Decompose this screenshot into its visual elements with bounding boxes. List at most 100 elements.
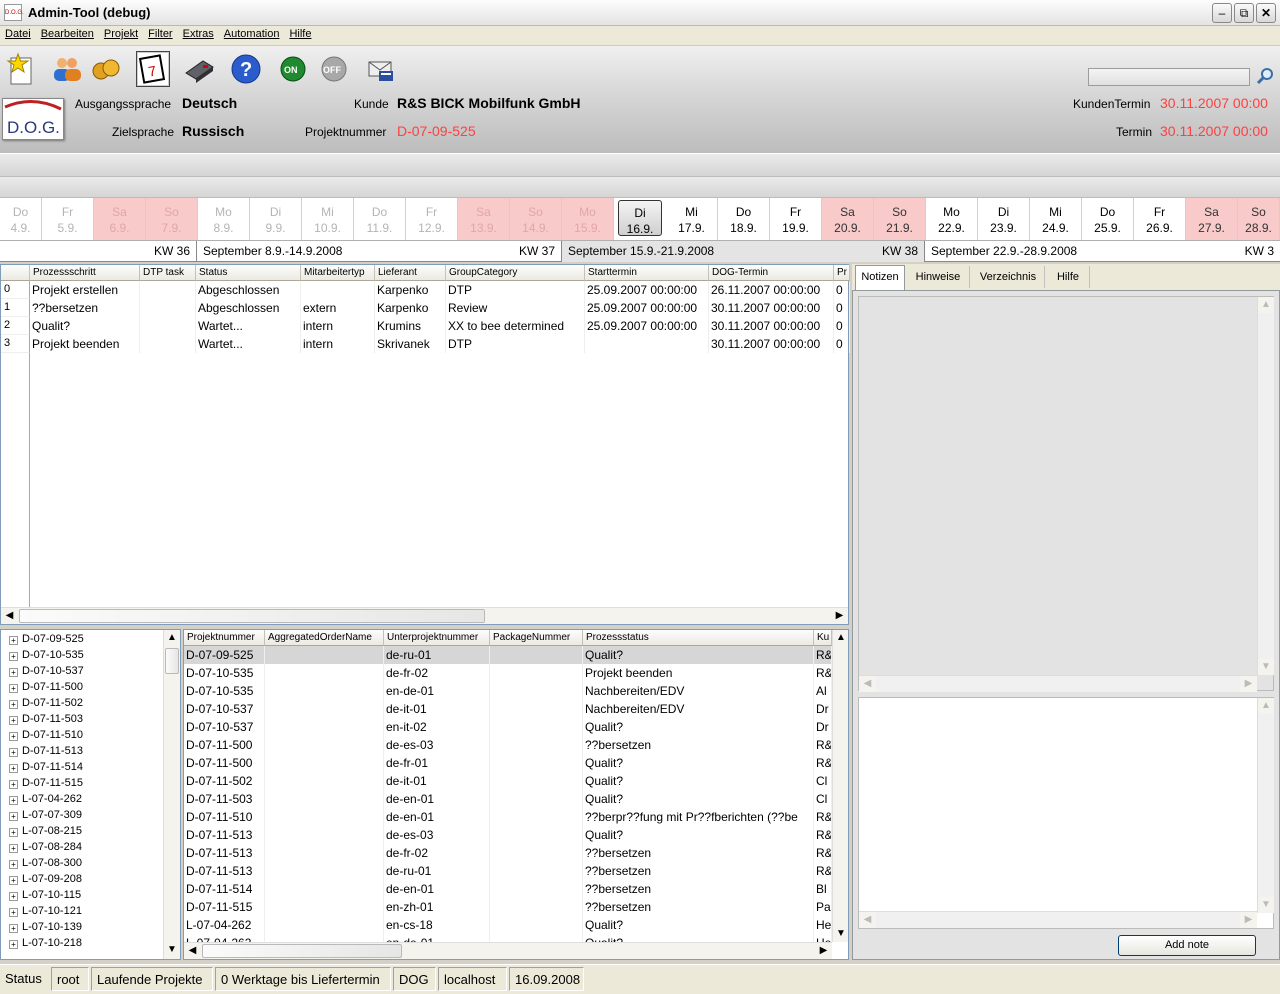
calendar-day[interactable]: Fr 19.9. (770, 198, 822, 240)
calendar-day[interactable]: Do 11.9. (354, 198, 406, 240)
table-cell[interactable] (140, 335, 196, 353)
expand-icon[interactable]: + (9, 828, 18, 837)
table-cell[interactable]: 30.11.2007 00:00:00 (709, 299, 834, 317)
table-row[interactable]: L-07-04-262 en-cs-18 Qualit? He (184, 916, 832, 934)
notes-vscroll[interactable]: ▲ ▼ (1257, 297, 1274, 675)
calendar-button[interactable]: 7 (136, 51, 170, 87)
calendar-day[interactable]: Sa 20.9. (822, 198, 874, 240)
expand-icon[interactable]: + (9, 652, 18, 661)
table-cell[interactable]: Karpenko (375, 281, 446, 299)
column-header[interactable]: GroupCategory (446, 265, 585, 281)
expand-icon[interactable]: + (9, 908, 18, 917)
search-input[interactable] (1088, 68, 1250, 86)
scroll-left-icon[interactable]: ◀ (859, 676, 876, 692)
calendar-day[interactable]: Do 18.9. (718, 198, 770, 240)
table-cell[interactable]: intern (301, 317, 375, 335)
table-row[interactable]: D-07-11-500 de-fr-01 Qualit? R& (184, 754, 832, 772)
tree-item[interactable]: + L-07-04-262 (9, 791, 82, 807)
tab-hilfe[interactable]: Hilfe (1047, 266, 1090, 288)
tree-item[interactable]: + L-07-07-309 (9, 807, 82, 823)
tree-item[interactable]: + L-07-09-208 (9, 871, 82, 887)
scroll-thumb[interactable] (165, 648, 179, 674)
table-cell[interactable]: 0 (834, 281, 850, 299)
expand-icon[interactable]: + (9, 812, 18, 821)
notes-hscroll[interactable]: ◀ ▶ (859, 675, 1257, 692)
table-row[interactable]: D-07-11-513 de-fr-02 ??bersetzen R& (184, 844, 832, 862)
row-number[interactable]: 1 (1, 299, 30, 317)
add-note-button[interactable]: Add note (1118, 935, 1256, 956)
calendar-day[interactable]: Sa 6.9. (94, 198, 146, 240)
tree-item[interactable]: + D-07-11-502 (9, 695, 83, 711)
calendar-day[interactable]: Mo 15.9. (562, 198, 614, 240)
expand-icon[interactable]: + (9, 796, 18, 805)
table-cell[interactable]: Abgeschlossen (196, 299, 301, 317)
calendar-day[interactable]: Mo 8.9. (198, 198, 250, 240)
scroll-up-icon[interactable]: ▲ (833, 630, 848, 646)
table-cell[interactable]: Wartet... (196, 317, 301, 335)
tree-vscroll[interactable]: ▲ ▼ (163, 630, 180, 959)
table-cell[interactable]: Wartet... (196, 335, 301, 353)
maximize-button[interactable]: ⧉ (1234, 3, 1254, 23)
table-cell[interactable]: DTP (446, 281, 585, 299)
scroll-down-icon[interactable]: ▼ (1258, 897, 1274, 913)
table-cell[interactable]: 25.09.2007 00:00:00 (585, 299, 709, 317)
new-project-button[interactable] (4, 51, 38, 87)
tab-verzeichnis[interactable]: Verzeichnis (972, 266, 1045, 288)
table-cell[interactable] (585, 335, 709, 353)
table-cell[interactable]: extern (301, 299, 375, 317)
calendar-day[interactable]: So 7.9. (146, 198, 198, 240)
tab-notizen[interactable]: Notizen (855, 265, 905, 290)
table-cell[interactable]: ??bersetzen (30, 299, 140, 317)
table-row[interactable]: D-07-09-525 de-ru-01 Qualit? R& (184, 646, 832, 664)
calendar-day[interactable]: Mo 22.9. (926, 198, 978, 240)
table-cell[interactable]: 30.11.2007 00:00:00 (709, 317, 834, 335)
table-row[interactable]: D-07-10-535 en-de-01 Nachbereiten/EDV Al (184, 682, 832, 700)
calendar-day[interactable]: Do 25.9. (1082, 198, 1134, 240)
tree-item[interactable]: + D-07-11-503 (9, 711, 83, 727)
expand-icon[interactable]: + (9, 860, 18, 869)
table-cell[interactable]: Review (446, 299, 585, 317)
expand-icon[interactable]: + (9, 844, 18, 853)
tree-item[interactable]: + L-07-08-300 (9, 855, 82, 871)
column-header[interactable]: Starttermin (585, 265, 709, 281)
tree-item[interactable]: + L-07-10-121 (9, 903, 82, 919)
calendar-day[interactable]: Sa 13.9. (458, 198, 510, 240)
scroll-down-icon[interactable]: ▼ (164, 942, 180, 958)
table-row[interactable]: D-07-11-510 de-en-01 ??berpr??fung mit Pr?… (184, 808, 832, 826)
scroll-down-icon[interactable]: ▼ (1258, 659, 1274, 675)
scroll-up-icon[interactable]: ▲ (164, 630, 180, 646)
menu-bearbeiten[interactable]: Bearbeiten (36, 26, 99, 40)
scroll-up-icon[interactable]: ▲ (1258, 698, 1274, 714)
table-cell[interactable] (301, 281, 375, 299)
table-row[interactable]: D-07-11-500 de-es-03 ??bersetzen R& (184, 736, 832, 754)
table-cell[interactable]: Abgeschlossen (196, 281, 301, 299)
expand-icon[interactable]: + (9, 700, 18, 709)
close-button[interactable]: ✕ (1256, 3, 1276, 23)
note-vscroll[interactable]: ▲ ▼ (1257, 698, 1274, 913)
help-button[interactable]: ? (229, 51, 263, 87)
tree-item[interactable]: + L-07-10-139 (9, 919, 82, 935)
device-button[interactable] (182, 51, 216, 87)
calendar-day[interactable]: Do 4.9. (0, 198, 42, 240)
table-cell[interactable]: Projekt erstellen (30, 281, 140, 299)
table-row[interactable]: D-07-10-537 de-it-01 Nachbereiten/EDV Dr (184, 700, 832, 718)
column-header[interactable]: DOG-Termin (709, 265, 834, 281)
column-header[interactable]: Ku (814, 630, 832, 646)
column-header[interactable]: Projektnummer (184, 630, 265, 646)
menu-projekt[interactable]: Projekt (99, 26, 143, 40)
tree-item[interactable]: + D-07-09-525 (9, 631, 84, 647)
table-cell[interactable]: 25.09.2007 00:00:00 (585, 317, 709, 335)
expand-icon[interactable]: + (9, 684, 18, 693)
table-row[interactable]: D-07-11-515 en-zh-01 ??bersetzen Pa (184, 898, 832, 916)
table-cell[interactable]: 0 (834, 299, 850, 317)
week-37[interactable]: September 8.9.-14.9.2008 KW 37 (197, 241, 562, 262)
menu-datei[interactable]: Datei (0, 26, 36, 40)
table-cell[interactable]: Qualit? (30, 317, 140, 335)
expand-icon[interactable]: + (9, 716, 18, 725)
scroll-right-icon[interactable]: ▶ (1240, 912, 1257, 928)
column-header[interactable]: Lieferant (375, 265, 446, 281)
expand-icon[interactable]: + (9, 748, 18, 757)
process-grid-hscroll[interactable]: ◀ ▶ (1, 607, 848, 624)
scroll-left-icon[interactable]: ◀ (859, 912, 876, 928)
column-header[interactable]: Unterprojektnummer (384, 630, 490, 646)
